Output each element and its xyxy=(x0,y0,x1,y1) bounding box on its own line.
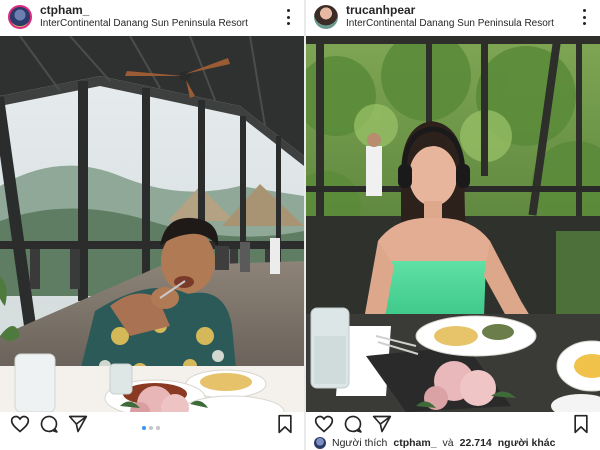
likes-count[interactable]: 22.714 xyxy=(460,437,492,449)
post-actions-bar xyxy=(0,414,304,434)
liker-username-link[interactable]: ctpham_ xyxy=(393,437,436,449)
comment-icon[interactable] xyxy=(39,414,59,434)
likes-conjunction: và xyxy=(442,437,454,449)
likes-prefix: Người thích xyxy=(332,437,388,449)
post-author: ctpham_ InterContinental Danang Sun Peni… xyxy=(40,4,248,30)
right-post: trucanhpear InterContinental Danang Sun … xyxy=(306,0,600,450)
bookmark-icon[interactable] xyxy=(571,414,591,434)
post-image[interactable] xyxy=(306,36,600,412)
carousel-dot-active xyxy=(142,426,146,430)
username-link[interactable]: trucanhpear xyxy=(346,4,554,18)
more-options-icon[interactable] xyxy=(286,9,290,25)
bookmark-icon[interactable] xyxy=(275,414,295,434)
avatar-icon[interactable] xyxy=(8,5,32,29)
post-actions-bar xyxy=(306,414,600,434)
comment-icon[interactable] xyxy=(343,414,363,434)
post-image[interactable] xyxy=(0,36,304,412)
username-link[interactable]: ctpham_ xyxy=(40,4,248,18)
liker-avatar-icon xyxy=(314,437,326,449)
post-header: ctpham_ InterContinental Danang Sun Peni… xyxy=(0,0,304,34)
share-icon[interactable] xyxy=(372,414,392,434)
left-post: ctpham_ InterContinental Danang Sun Peni… xyxy=(0,0,304,450)
likes-suffix[interactable]: người khác xyxy=(498,437,556,449)
location-link[interactable]: InterContinental Danang Sun Peninsula Re… xyxy=(40,18,248,30)
heart-icon[interactable] xyxy=(314,414,334,434)
post-header: trucanhpear InterContinental Danang Sun … xyxy=(306,0,600,34)
likes-summary[interactable]: Người thích ctpham_ và 22.714 người khác xyxy=(314,437,555,449)
share-icon[interactable] xyxy=(68,414,88,434)
avatar-icon[interactable] xyxy=(314,5,338,29)
more-options-icon[interactable] xyxy=(582,9,586,25)
carousel-dot xyxy=(156,426,160,430)
instagram-feed-screenshot: ctpham_ InterContinental Danang Sun Peni… xyxy=(0,0,600,450)
location-link[interactable]: InterContinental Danang Sun Peninsula Re… xyxy=(346,18,554,30)
post-author: trucanhpear InterContinental Danang Sun … xyxy=(346,4,554,30)
carousel-indicator xyxy=(142,426,160,430)
carousel-dot xyxy=(149,426,153,430)
heart-icon[interactable] xyxy=(10,414,30,434)
